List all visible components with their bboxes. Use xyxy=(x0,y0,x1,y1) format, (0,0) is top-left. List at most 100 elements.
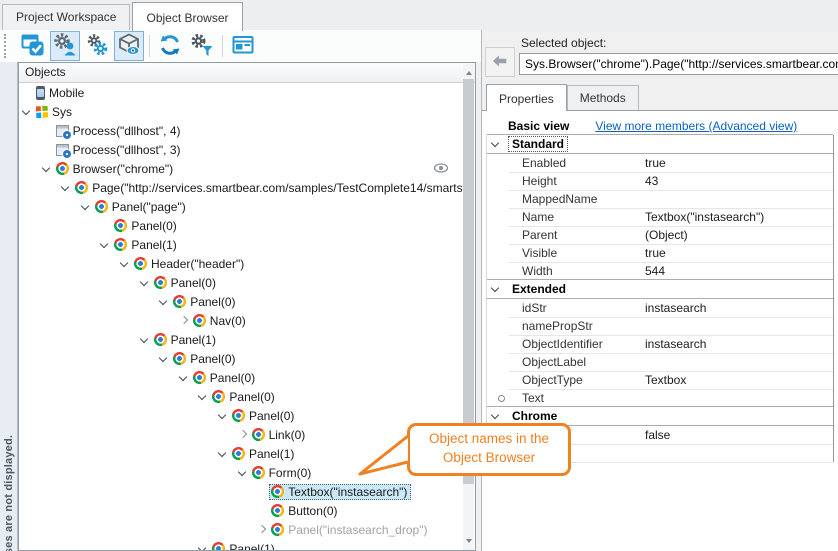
tree-item-panel-instasearch-drop[interactable]: Panel("instasearch_drop") xyxy=(20,520,463,539)
back-button[interactable] xyxy=(485,47,515,77)
tree-item-process-dllhost-4[interactable]: Process("dllhost", 4) xyxy=(20,121,463,140)
tree-node[interactable]: Panel(0) xyxy=(171,294,239,310)
tree-node[interactable]: Panel(1) xyxy=(210,541,278,551)
tree-node[interactable]: Form(0) xyxy=(250,465,316,481)
tree-node[interactable]: Panel(0) xyxy=(152,275,220,291)
tree-item-button-0[interactable]: Button(0) xyxy=(20,501,463,520)
property-row-enabled[interactable]: Enabledtrue xyxy=(487,154,833,172)
tree-item-panel-1[interactable]: Panel(1) xyxy=(20,235,463,254)
tree-node[interactable]: Process("dllhost", 4) xyxy=(54,123,185,139)
tree-node[interactable]: Panel(1) xyxy=(230,446,298,462)
tab-methods[interactable]: Methods xyxy=(567,85,639,110)
collapse-arrow[interactable] xyxy=(491,284,499,292)
tree-item-panel-0[interactable]: Panel(0) xyxy=(20,406,463,425)
object-visualizer-button[interactable] xyxy=(114,31,144,61)
toolbar-grip[interactable] xyxy=(4,34,11,58)
tree-node[interactable]: Nav(0) xyxy=(191,313,250,329)
tree-node[interactable]: Sys xyxy=(34,104,76,120)
collapse-arrow[interactable] xyxy=(138,330,152,349)
tab-object-browser[interactable]: Object Browser xyxy=(132,2,242,31)
tree-item-panel-1[interactable]: Panel(1) xyxy=(20,330,463,349)
tree-node[interactable]: Process("dllhost", 3) xyxy=(54,142,185,158)
tree-node[interactable]: Header("header") xyxy=(132,256,248,272)
tree-item-page-http-services-smartbear-com-samples-testcomplete14-smartstore[interactable]: Page("http://services.smartbear.com/samp… xyxy=(20,178,463,197)
property-row-objectlabel[interactable]: ObjectLabel xyxy=(487,353,833,371)
property-row-mappedname[interactable]: MappedName xyxy=(487,190,833,208)
tab-project-workspace[interactable]: Project Workspace xyxy=(2,4,130,30)
tree-item-panel-0[interactable]: Panel(0) xyxy=(20,292,463,311)
scroll-up-button[interactable] xyxy=(463,64,474,77)
tree-node[interactable]: Button(0) xyxy=(269,503,341,519)
panel-layout-button[interactable] xyxy=(228,31,258,61)
collapse-arrow[interactable] xyxy=(216,444,230,463)
property-row-parent[interactable]: Parent(Object) xyxy=(487,226,833,244)
tree-item-textbox-instasearch[interactable]: Textbox("instasearch") xyxy=(20,482,463,501)
property-row-name[interactable]: NameTextbox("instasearch") xyxy=(487,208,833,226)
tab-properties[interactable]: Properties xyxy=(486,84,567,111)
collapse-arrow[interactable] xyxy=(216,406,230,425)
property-row-objecttype[interactable]: ObjectTypeTextbox xyxy=(487,371,833,389)
property-row-height[interactable]: Height43 xyxy=(487,172,833,190)
tree-node[interactable]: Panel("page") xyxy=(93,199,190,215)
collapse-arrow[interactable] xyxy=(40,159,54,178)
collapse-arrow[interactable] xyxy=(196,387,210,406)
collapse-arrow[interactable] xyxy=(59,178,73,197)
tree-item-panel-0[interactable]: Panel(0) xyxy=(20,216,463,235)
collapse-arrow[interactable] xyxy=(236,463,250,482)
tree-node[interactable]: Mobile xyxy=(34,85,88,101)
tested-apps-button[interactable] xyxy=(18,31,48,61)
collapse-arrow[interactable] xyxy=(157,292,171,311)
show-processes-button[interactable] xyxy=(50,31,80,61)
scroll-down-button[interactable] xyxy=(463,537,474,550)
property-row-idstr[interactable]: idStrinstasearch xyxy=(487,299,833,317)
tree-item-panel-0[interactable]: Panel(0) xyxy=(20,368,463,387)
collapse-arrow[interactable] xyxy=(79,197,93,216)
tree-node[interactable]: Panel(1) xyxy=(152,332,220,348)
collapse-arrow[interactable] xyxy=(118,254,132,273)
tree-node[interactable]: Panel("instasearch_drop") xyxy=(269,522,431,538)
expand-arrow[interactable] xyxy=(177,311,191,330)
tree-item-panel-0[interactable]: Panel(0) xyxy=(20,349,463,368)
tree-item-panel-0[interactable]: Panel(0) xyxy=(20,273,463,292)
section-header-standard[interactable]: Standard xyxy=(487,134,833,154)
tree-node[interactable]: Browser("chrome") xyxy=(54,161,178,177)
tree-scrollbar[interactable] xyxy=(463,64,474,550)
advanced-view-link[interactable]: View more members (Advanced view) xyxy=(595,119,797,133)
filter-button[interactable] xyxy=(187,31,217,61)
tree-node[interactable]: Panel(1) xyxy=(112,237,180,253)
tree-node[interactable]: Textbox("instasearch") xyxy=(269,484,411,500)
section-header-extended[interactable]: Extended xyxy=(487,279,833,299)
collapse-arrow[interactable] xyxy=(20,102,34,121)
collapse-arrow[interactable] xyxy=(98,235,112,254)
selected-object-field[interactable] xyxy=(519,53,838,75)
tree-item-header-header[interactable]: Header("header") xyxy=(20,254,463,273)
tree-node[interactable]: Panel(0) xyxy=(230,408,298,424)
tree-node[interactable]: Panel(0) xyxy=(191,370,259,386)
property-row-objectidentifier[interactable]: ObjectIdentifierinstasearch xyxy=(487,335,833,353)
tree-header[interactable]: Objects xyxy=(19,63,475,83)
settings-gears-button[interactable] xyxy=(82,31,112,61)
tree-node[interactable]: Panel(0) xyxy=(210,389,278,405)
tree-node[interactable]: Page("http://services.smartbear.com/samp… xyxy=(73,180,463,196)
collapse-arrow[interactable] xyxy=(157,349,171,368)
tree-item-sys[interactable]: Sys xyxy=(20,102,463,121)
collapse-arrow[interactable] xyxy=(491,139,499,147)
expand-arrow[interactable] xyxy=(236,425,250,444)
collapse-arrow[interactable] xyxy=(138,273,152,292)
property-row-visible[interactable]: Visibletrue xyxy=(487,244,833,262)
tree-item-mobile[interactable]: Mobile xyxy=(20,83,463,102)
tree-node[interactable]: Link(0) xyxy=(250,427,310,443)
tree-item-browser-chrome[interactable]: Browser("chrome") xyxy=(20,159,463,178)
tree-node[interactable]: Panel(0) xyxy=(112,218,180,234)
tree-item-process-dllhost-3[interactable]: Process("dllhost", 3) xyxy=(20,140,463,159)
eye-icon[interactable] xyxy=(433,162,449,174)
tree-item-nav-0[interactable]: Nav(0) xyxy=(20,311,463,330)
tree-node[interactable]: Panel(0) xyxy=(171,351,239,367)
property-row-namepropstr[interactable]: namePropStr xyxy=(487,317,833,335)
property-row-text[interactable]: Text xyxy=(487,389,833,407)
tree-item-panel-1[interactable]: Panel(1) xyxy=(20,539,463,550)
collapse-arrow[interactable] xyxy=(196,539,210,550)
collapse-arrow[interactable] xyxy=(177,368,191,387)
property-row-width[interactable]: Width544 xyxy=(487,262,833,280)
collapse-arrow[interactable] xyxy=(491,411,499,419)
